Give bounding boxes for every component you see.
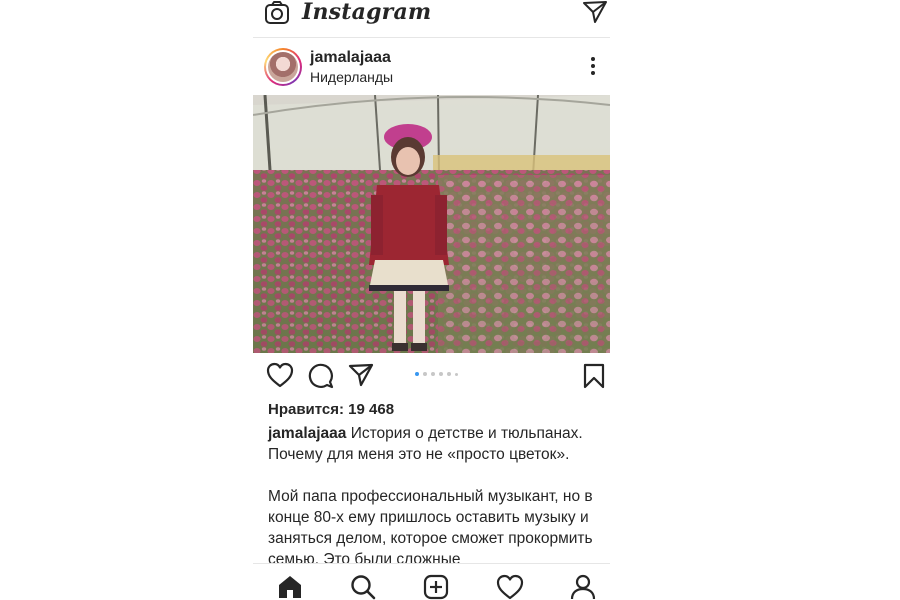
carousel-dot xyxy=(439,372,443,376)
post-location[interactable]: Нидерланды xyxy=(310,69,393,85)
app-logo: Instagram xyxy=(302,0,432,25)
home-icon[interactable] xyxy=(277,574,303,599)
carousel-dot xyxy=(447,372,451,376)
caption-paragraph: Мой папа профессиональный музыкант, но в… xyxy=(268,488,593,568)
camera-icon[interactable] xyxy=(264,0,290,26)
search-icon[interactable] xyxy=(350,574,376,600)
more-options-icon[interactable] xyxy=(589,57,597,77)
paper-plane-icon[interactable] xyxy=(582,0,608,24)
carousel-dot xyxy=(415,372,419,376)
likes-count[interactable]: Нравится: 19 468 xyxy=(268,401,394,418)
profile-icon[interactable] xyxy=(570,574,596,600)
post-actions xyxy=(253,360,610,392)
activity-heart-icon[interactable] xyxy=(496,574,524,600)
carousel-dot xyxy=(423,372,427,376)
post-header: jamalajaaa Нидерланды xyxy=(253,43,610,93)
comment-icon[interactable] xyxy=(308,363,334,389)
phone-screen: Instagram jamalajaaa Нидерланды Нравится… xyxy=(253,0,610,600)
post-caption: jamalajaaa История о детстве и тюльпанах… xyxy=(268,423,603,570)
bottom-tab-bar xyxy=(253,563,610,600)
post-username[interactable]: jamalajaaa xyxy=(310,49,391,67)
share-icon[interactable] xyxy=(348,363,374,387)
caption-username[interactable]: jamalajaaa xyxy=(268,425,346,442)
new-post-icon[interactable] xyxy=(423,574,449,600)
carousel-dot xyxy=(431,372,435,376)
bookmark-icon[interactable] xyxy=(583,363,605,389)
like-heart-icon[interactable] xyxy=(266,362,294,388)
avatar[interactable] xyxy=(264,48,302,86)
top-bar: Instagram xyxy=(253,0,610,38)
avatar-picture xyxy=(268,52,298,82)
carousel-dot xyxy=(455,372,458,376)
post-photo[interactable] xyxy=(253,95,610,353)
